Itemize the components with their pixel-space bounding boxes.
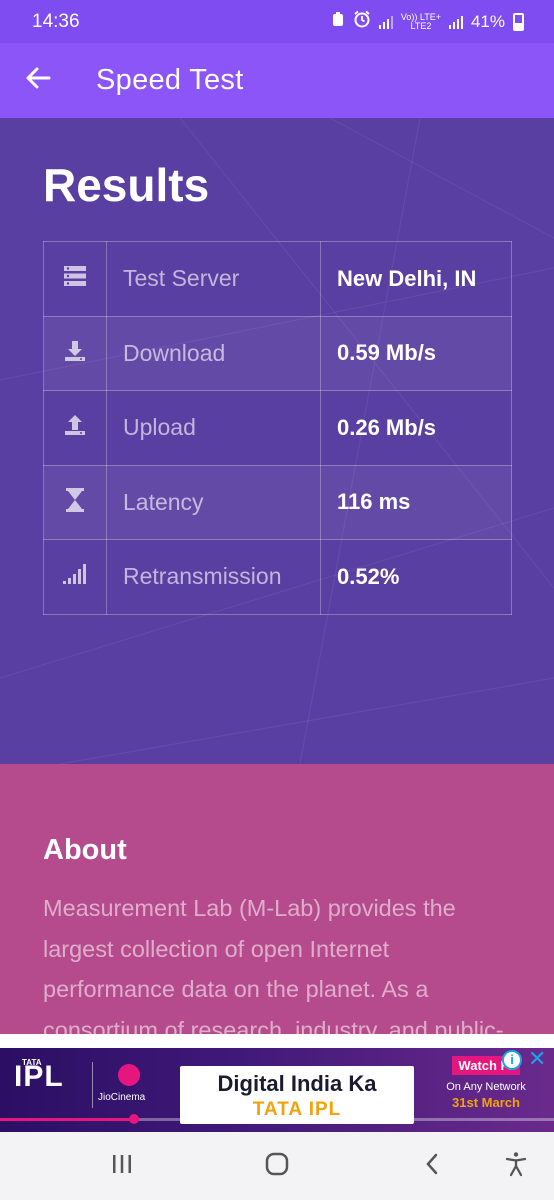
server-icon: [63, 266, 87, 291]
results-heading: Results: [43, 159, 210, 211]
about-section: About Measurement Lab (M-Lab) provides t…: [0, 764, 554, 1034]
system-nav-bar: [0, 1132, 554, 1200]
row-value: New Delhi, IN: [320, 241, 512, 317]
signal-icon-2: [448, 15, 463, 29]
row-value: 0.52%: [320, 539, 512, 615]
battery-percent: 41%: [470, 11, 505, 31]
ad-banner[interactable]: TATA IPL JioCinema Digital India Ka TATA…: [0, 1034, 554, 1132]
about-heading: About: [43, 834, 127, 866]
status-icons: Vo)) LTE+ LTE2 41%: [331, 10, 524, 33]
table-row: Upload 0.26 Mb/s: [43, 390, 512, 466]
table-row: Retransmission 0.52%: [43, 539, 512, 615]
ad-headline-1: Digital India Ka: [217, 1071, 377, 1096]
ad-progress-fill: [0, 1118, 134, 1121]
row-label: Latency: [106, 464, 321, 540]
about-text: Measurement Lab (M-Lab) provides the lar…: [43, 895, 504, 1034]
hourglass-icon: [64, 487, 86, 517]
row-value: 0.26 Mb/s: [320, 390, 512, 466]
ad-jio-label: JioCinema: [98, 1092, 146, 1103]
row-label: Retransmission: [106, 539, 321, 615]
ad-close-icon[interactable]: ✕: [528, 1048, 546, 1070]
download-icon: [63, 340, 87, 367]
notification-icon: [331, 11, 345, 32]
row-label: Test Server: [106, 241, 321, 317]
status-bar: 14:36 Vo)) LTE+ LTE2 41%: [0, 0, 554, 43]
ad-ipl-logo: IPL: [14, 1060, 64, 1093]
arrow-left-icon: [25, 67, 51, 94]
row-label: Download: [106, 315, 321, 391]
row-label: Upload: [106, 390, 321, 466]
home-icon: [265, 1152, 289, 1181]
ad-creative[interactable]: TATA IPL JioCinema Digital India Ka TATA…: [0, 1048, 554, 1132]
recent-apps-button[interactable]: [102, 1148, 142, 1184]
ad-progress-dot: [129, 1114, 139, 1124]
recent-apps-icon: [111, 1154, 133, 1179]
ad-divider: [92, 1062, 93, 1108]
row-value: 0.59 Mb/s: [320, 315, 512, 391]
battery-icon: [513, 12, 524, 31]
back-button[interactable]: [0, 43, 76, 118]
network-type: Vo)) LTE+ LTE2: [400, 11, 441, 31]
back-nav-button[interactable]: [412, 1148, 452, 1184]
row-value: 116 ms: [320, 464, 512, 540]
ad-info-icon[interactable]: i: [502, 1050, 522, 1070]
ad-sub-2: 31st March: [452, 1095, 520, 1110]
table-row: Latency 116 ms: [43, 464, 512, 540]
app-bar: Speed Test: [0, 43, 554, 118]
results-section: Results Test Server New Delhi, IN Downlo…: [0, 118, 554, 764]
home-button[interactable]: [257, 1148, 297, 1184]
signal-icon-1: [378, 15, 393, 29]
table-row: Test Server New Delhi, IN: [43, 241, 512, 317]
jiocinema-logo-icon: [118, 1064, 140, 1086]
accessibility-icon: [505, 1151, 527, 1182]
chevron-left-icon: [424, 1153, 440, 1180]
accessibility-button[interactable]: [496, 1148, 536, 1184]
app-title: Speed Test: [96, 64, 244, 96]
ad-sub-1: On Any Network: [446, 1081, 526, 1093]
signal-bars-icon: [62, 564, 88, 589]
table-row: Download 0.59 Mb/s: [43, 315, 512, 391]
upload-icon: [63, 415, 87, 441]
ad-headline-box: Digital India Ka TATA IPL: [180, 1066, 414, 1124]
alarm-icon: [353, 10, 371, 33]
status-time: 14:36: [32, 10, 80, 32]
ad-progress-bar: [0, 1114, 554, 1124]
results-table: Test Server New Delhi, IN Download 0.59 …: [43, 241, 512, 615]
